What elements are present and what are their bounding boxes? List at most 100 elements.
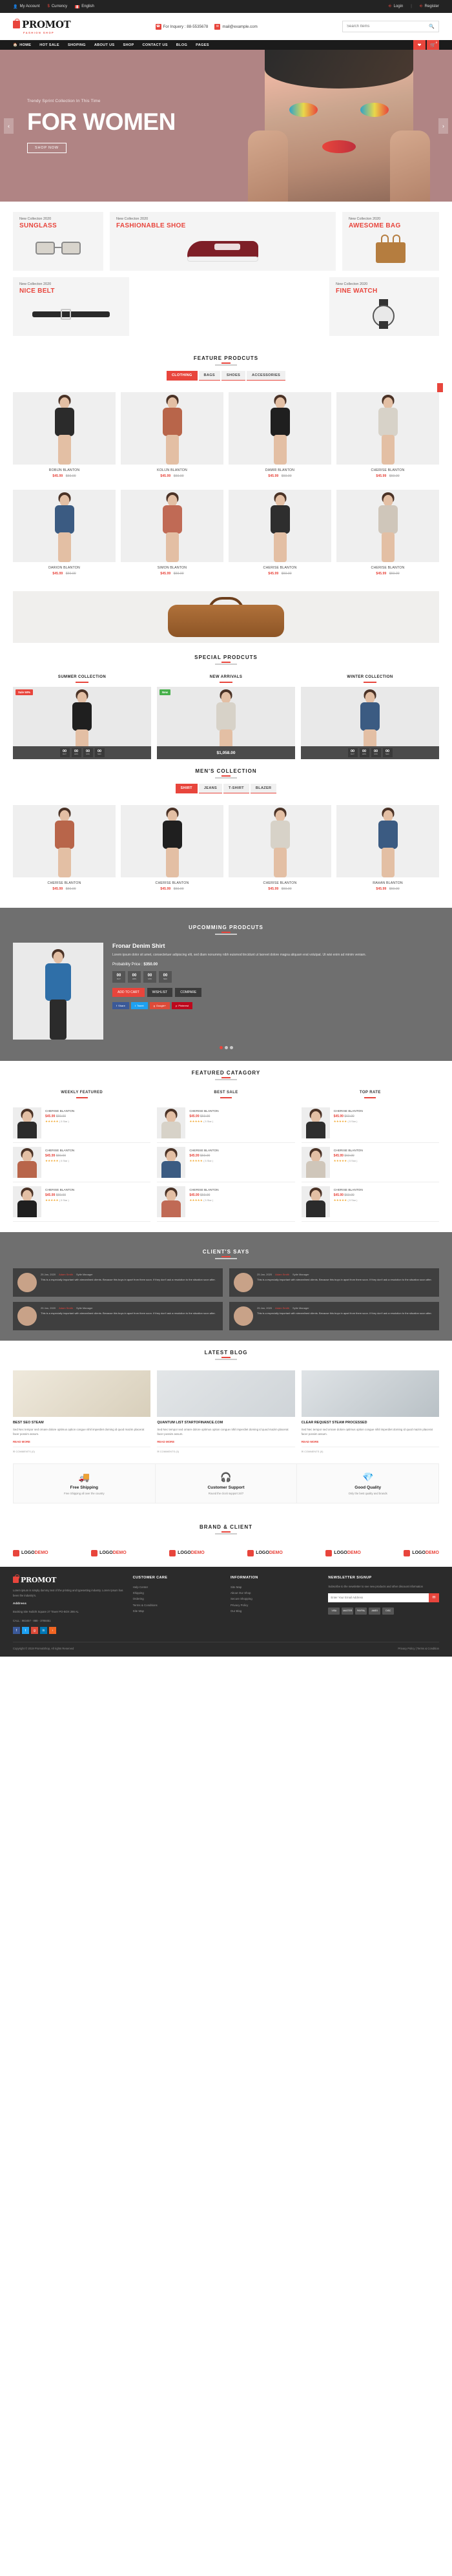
product-card[interactable]: DARION BLANTON $45.99 $60.00 — [13, 490, 116, 582]
product-card[interactable]: CHERISE BLANTON $45.99 $60.00 — [13, 805, 116, 897]
item-thumbnail[interactable] — [13, 1147, 41, 1178]
nav-item-shop[interactable]: SHOP — [123, 43, 134, 47]
blog-post-title[interactable]: QUANTUM LIST STARTOFINANCE.COM — [157, 1421, 294, 1425]
product-image[interactable] — [13, 490, 116, 562]
item-thumbnail[interactable] — [157, 1107, 186, 1138]
footer-logo[interactable]: PROMOT — [13, 1575, 124, 1584]
category-card-watch[interactable]: New Collecton 2020 FINE WATCH — [329, 277, 439, 336]
read-more-link[interactable]: READ MORE — [13, 1440, 150, 1443]
brand-logo[interactable]: LOGODEMO — [325, 1549, 361, 1556]
featured-category-item[interactable]: CHERISE BLANTON $45.99 $60.00 ★★★★★ ( 5 St… — [301, 1104, 439, 1143]
nav-item-pages[interactable]: PAGES — [196, 43, 209, 47]
nav-item-about-us[interactable]: ABOUT US — [94, 43, 115, 47]
my-account-link[interactable]: 👤 My Account — [13, 5, 40, 9]
featured-category-item[interactable]: CHERISE BLANTON $45.99 $60.00 ★★★★★ ( 5 St… — [157, 1182, 295, 1222]
product-card[interactable]: ROBIJN BLANTON $45.99 $60.00 — [13, 392, 116, 485]
currency-selector[interactable]: $ Currency — [48, 5, 68, 8]
nav-item-shoping[interactable]: SHOPING — [68, 43, 86, 47]
cart-button[interactable]: 🛒 2 — [427, 40, 439, 50]
blog-image[interactable] — [13, 1370, 151, 1417]
product-card[interactable]: CHERISE BLANTON $45.99 $60.00 — [229, 805, 331, 897]
facebook-icon[interactable]: f — [13, 1627, 20, 1635]
brand-logo[interactable]: LOGODEMO — [169, 1549, 205, 1556]
featured-category-item[interactable]: CHERISE BLANTON $45.99 $60.00 ★★★★★ ( 5 St… — [13, 1104, 151, 1143]
product-image[interactable] — [229, 392, 331, 465]
newsletter-submit-button[interactable]: ✉ — [429, 1593, 439, 1602]
special-product-card[interactable]: SUMMER COLLECTION Sale 50% 00 DAY 00 HRS 00 MIN… — [13, 675, 151, 759]
product-image[interactable] — [121, 490, 223, 562]
hero-prev-arrow[interactable]: ‹ — [4, 118, 14, 134]
blog-post-card[interactable]: BEST SEO STEAM Sed Nec tempor sed ornare … — [13, 1370, 151, 1453]
blog-post-card[interactable]: QUANTUM LIST STARTOFINANCE.COM Sed Nec te… — [157, 1370, 295, 1453]
carousel-dot-2[interactable] — [224, 1046, 228, 1049]
item-thumbnail[interactable] — [157, 1186, 186, 1217]
product-card[interactable]: CHERISE BLANTON $45.99 $60.00 — [336, 490, 439, 582]
filter-tshirt[interactable]: T-SHIRT — [223, 784, 249, 793]
tab-clothing[interactable]: CLOTHING — [166, 371, 198, 381]
rss-icon[interactable]: › — [49, 1627, 56, 1635]
newsletter-form[interactable]: ✉ — [328, 1593, 439, 1602]
google-plus-icon[interactable]: g — [31, 1627, 38, 1635]
search-icon[interactable]: 🔍 — [429, 24, 435, 29]
item-thumbnail[interactable] — [301, 1186, 330, 1217]
product-card[interactable]: DAMIR BLANTON $45.99 $60.00 — [229, 392, 331, 485]
hero-next-arrow[interactable]: › — [438, 118, 448, 134]
product-card[interactable]: CHERISE BLANTON $45.99 $60.00 — [336, 392, 439, 485]
product-card[interactable]: CHERISE BLANTON $45.99 $60.00 — [121, 805, 223, 897]
nav-item-contact-us[interactable]: CONTACT US — [143, 43, 168, 47]
newsletter-email-input[interactable] — [328, 1593, 429, 1602]
share-twitter-button[interactable]: t Tweet — [130, 1001, 148, 1009]
item-thumbnail[interactable] — [13, 1186, 41, 1217]
special-product-image[interactable]: Sale 50% — [13, 687, 151, 746]
blog-post-title[interactable]: BEST SEO STEAM — [13, 1421, 150, 1425]
item-thumbnail[interactable] — [301, 1107, 330, 1138]
login-link[interactable]: ⎆ Login — [389, 5, 404, 9]
search-box[interactable]: 🔍 — [342, 21, 439, 32]
footer-link[interactable]: Help Center — [133, 1584, 221, 1590]
category-card-shoe[interactable]: New Collecton 2020 FASHIONABLE SHOE — [110, 212, 336, 271]
product-image[interactable] — [13, 392, 116, 465]
share-facebook-button[interactable]: f Share — [112, 1001, 129, 1009]
wishlist-button[interactable]: ❤ — [413, 40, 426, 50]
product-image[interactable] — [336, 392, 439, 465]
product-image[interactable] — [229, 805, 331, 877]
upcoming-product-image[interactable] — [13, 943, 103, 1040]
footer-legal-links[interactable]: Privacy Policy | Terms & Condition — [398, 1647, 439, 1650]
read-more-link[interactable]: READ MORE — [157, 1440, 294, 1443]
special-product-image[interactable]: New — [157, 687, 295, 746]
product-image[interactable] — [229, 490, 331, 562]
footer-link[interactable]: About Our Shop — [231, 1590, 319, 1596]
product-card[interactable]: SIMON BLANTON $45.99 $60.00 — [121, 490, 223, 582]
carousel-dot-3[interactable] — [229, 1046, 233, 1049]
share-pinterest-button[interactable]: p Pinterest — [172, 1001, 193, 1009]
wishlist-button[interactable]: WISHLIST — [147, 987, 173, 997]
footer-link[interactable]: Secure Shopping — [231, 1596, 319, 1602]
product-card[interactable]: KOLIJN BLANTON $45.99 $60.00 — [121, 392, 223, 485]
language-selector[interactable]: English — [75, 5, 94, 8]
brand-logo[interactable]: LOGODEMO — [91, 1549, 127, 1556]
read-more-link[interactable]: READ MORE — [302, 1440, 439, 1443]
share-google-button[interactable]: g Google+ — [149, 1001, 170, 1009]
product-image[interactable] — [121, 805, 223, 877]
filter-jeans[interactable]: JEANS — [198, 784, 223, 793]
footer-link[interactable]: Shipping — [133, 1590, 221, 1596]
brand-logo[interactable]: LOGODEMO — [13, 1549, 48, 1556]
nav-item-hot-sale[interactable]: HOT SALE — [39, 43, 59, 47]
product-card[interactable]: RAHAN BLANTON $45.99 $60.00 — [336, 805, 439, 897]
featured-category-item[interactable]: CHERISE BLANTON $45.99 $60.00 ★★★★★ ( 5 St… — [13, 1143, 151, 1182]
item-thumbnail[interactable] — [13, 1107, 41, 1138]
special-product-image[interactable] — [301, 687, 439, 746]
compare-button[interactable]: COMPARE — [175, 987, 202, 997]
add-to-cart-button[interactable]: ADD TO CART — [112, 987, 145, 997]
search-input[interactable] — [347, 25, 424, 28]
footer-link[interactable]: Site Map — [231, 1584, 319, 1590]
item-thumbnail[interactable] — [301, 1147, 330, 1178]
special-product-card[interactable]: WINTER COLLECTION 00 DAY 00 HRS 00 MIN 00 SEC — [301, 675, 439, 759]
product-image[interactable] — [121, 392, 223, 465]
featured-category-item[interactable]: CHERISE BLANTON $45.99 $60.00 ★★★★★ ( 5 St… — [13, 1182, 151, 1222]
footer-link[interactable]: Privacy Policy — [231, 1602, 319, 1608]
tab-bags[interactable]: BAGS — [198, 371, 220, 381]
blog-image[interactable] — [157, 1370, 295, 1417]
blog-image[interactable] — [301, 1370, 439, 1417]
shop-now-button[interactable]: SHOP NOW — [27, 142, 67, 153]
